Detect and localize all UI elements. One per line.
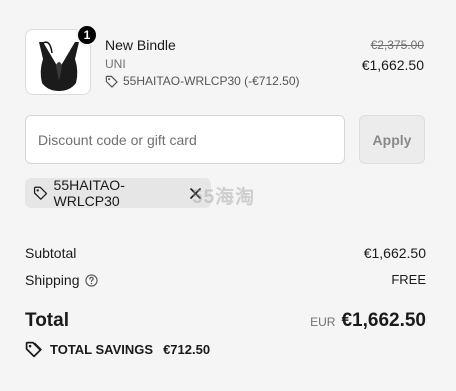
discount-code-input[interactable] xyxy=(25,115,345,164)
quantity-badge: 1 xyxy=(76,24,98,46)
subtotal-row: Subtotal €1,662.50 xyxy=(25,245,426,263)
product-thumbnail-wrap: 1 xyxy=(25,24,98,95)
tag-icon xyxy=(33,186,48,200)
tag-icon xyxy=(25,341,42,358)
product-name: New Bindle xyxy=(105,37,176,53)
total-value-group: EUR €1,662.50 xyxy=(310,310,426,332)
savings-value: €712.50 xyxy=(163,342,211,357)
subtotal-label: Subtotal xyxy=(25,245,77,261)
shipping-label: Shipping xyxy=(25,272,80,288)
tag-icon xyxy=(105,75,118,88)
original-price: €2,375.00 xyxy=(370,38,424,52)
product-discount: 55HAITAO-WRLCP30 (-€712.50) xyxy=(105,74,300,88)
product-variant: UNI xyxy=(105,57,126,71)
applied-discount-chip: 55HAITAO-WRLCP30 xyxy=(25,177,211,209)
line-item: 1 New Bindle UNI 55HAITAO-WRLCP30 (-€712… xyxy=(25,24,426,95)
shipping-value: FREE xyxy=(391,272,426,287)
product-discount-text: 55HAITAO-WRLCP30 (-€712.50) xyxy=(123,74,300,88)
total-savings: TOTAL SAVINGS €712.50 xyxy=(25,341,210,358)
help-icon[interactable] xyxy=(84,273,98,287)
product-price: €1,662.50 xyxy=(361,57,424,73)
subtotal-value: €1,662.50 xyxy=(363,245,426,261)
watermark: 55海淘 xyxy=(192,187,256,208)
applied-code-label: 55HAITAO-WRLCP30 xyxy=(53,177,125,209)
shipping-row: Shipping FREE xyxy=(25,272,426,290)
total-amount: €1,662.50 xyxy=(341,310,426,331)
total-label: Total xyxy=(25,310,69,331)
savings-label: TOTAL SAVINGS xyxy=(50,342,154,357)
apply-button[interactable]: Apply xyxy=(359,115,425,164)
shipping-label-group: Shipping xyxy=(25,272,98,288)
total-currency: EUR xyxy=(310,315,336,329)
